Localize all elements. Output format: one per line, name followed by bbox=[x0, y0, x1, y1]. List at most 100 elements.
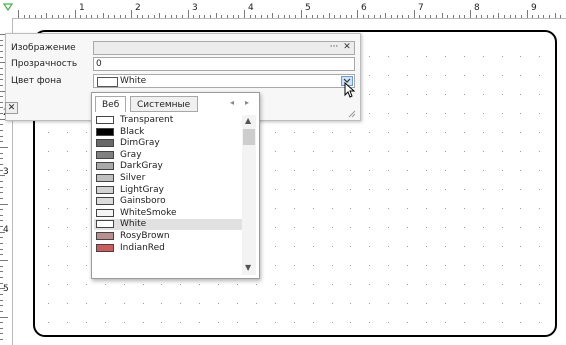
color-option[interactable]: Black bbox=[94, 127, 242, 138]
color-option[interactable]: DarkGray bbox=[94, 161, 242, 172]
scroll-thumb[interactable] bbox=[243, 129, 255, 145]
ruler-tick bbox=[408, 15, 409, 18]
ruler-tick bbox=[0, 322, 3, 323]
ruler-tick bbox=[0, 277, 3, 278]
ruler-tick bbox=[543, 15, 544, 18]
ruler-tick bbox=[510, 15, 511, 18]
ruler-tick bbox=[459, 15, 460, 18]
ruler-tick bbox=[312, 15, 313, 18]
ruler-tick bbox=[301, 10, 302, 18]
ruler-tick bbox=[0, 153, 3, 154]
ruler-tick bbox=[193, 15, 194, 18]
ruler-tick bbox=[402, 15, 403, 18]
ruler-tick bbox=[284, 15, 285, 18]
ruler-tick bbox=[0, 220, 3, 221]
ruler-tick bbox=[0, 57, 3, 58]
ruler-tick bbox=[0, 79, 3, 80]
ruler-tick bbox=[0, 74, 3, 75]
ruler-tick bbox=[24, 15, 25, 18]
ruler-tick bbox=[142, 15, 143, 18]
color-swatch bbox=[96, 150, 114, 159]
ruler-tick bbox=[487, 15, 488, 18]
ruler-tick bbox=[504, 15, 505, 18]
ruler-number: 5 bbox=[3, 284, 9, 294]
ruler-tick bbox=[0, 243, 3, 244]
ruler-tick bbox=[453, 15, 454, 18]
ruler-tick bbox=[351, 15, 352, 18]
ruler-tick bbox=[0, 271, 3, 272]
ruler-tick bbox=[0, 141, 3, 142]
ruler-tick bbox=[549, 15, 550, 18]
ruler-tick bbox=[306, 15, 307, 18]
color-option-label: Gray bbox=[120, 149, 142, 160]
scroll-down-icon[interactable]: ▼ bbox=[245, 263, 251, 272]
ruler-tick bbox=[0, 136, 3, 137]
color-list-scrollbar[interactable]: ▲ ▼ bbox=[242, 115, 256, 275]
ruler-tick bbox=[114, 15, 115, 18]
resize-grip-icon[interactable] bbox=[348, 110, 356, 118]
ruler-tick bbox=[58, 15, 59, 18]
tab-scroll-left-icon[interactable]: ◂ bbox=[230, 98, 234, 107]
ruler-tick bbox=[0, 311, 3, 312]
ruler-tick bbox=[0, 147, 8, 148]
image-field[interactable]: ··· ✕ bbox=[93, 41, 355, 55]
ruler-tick bbox=[368, 15, 369, 18]
color-swatch bbox=[96, 174, 114, 182]
clear-image-button[interactable]: ✕ bbox=[342, 42, 352, 54]
ruler-tick bbox=[0, 333, 3, 334]
filter-icon[interactable] bbox=[3, 3, 13, 13]
color-option[interactable]: Transparent bbox=[94, 115, 242, 126]
ruler-tick bbox=[204, 15, 205, 18]
color-option[interactable]: DimGray bbox=[94, 138, 242, 149]
background-color-value: White bbox=[120, 76, 147, 86]
color-option[interactable]: White bbox=[94, 219, 242, 231]
ruler-tick bbox=[97, 15, 98, 18]
color-option[interactable]: Gainsboro bbox=[94, 196, 242, 207]
ruler-tick bbox=[176, 15, 177, 18]
ruler-tick bbox=[0, 40, 3, 41]
color-option-label: LightGray bbox=[120, 184, 164, 195]
ruler-tick bbox=[0, 254, 3, 255]
ruler-tick bbox=[521, 15, 522, 18]
ruler-tick bbox=[0, 266, 3, 267]
tab-web[interactable]: Веб bbox=[95, 96, 127, 112]
ruler-tick bbox=[75, 10, 76, 18]
ruler-tick bbox=[120, 15, 121, 18]
ruler-tick bbox=[414, 10, 415, 18]
ruler-tick bbox=[63, 15, 64, 18]
ruler-tick bbox=[0, 305, 3, 306]
ruler-tick bbox=[0, 181, 3, 182]
ruler-tick bbox=[436, 15, 437, 18]
ruler-tick bbox=[0, 124, 3, 125]
ruler-tick bbox=[199, 15, 200, 18]
ruler-tick bbox=[329, 13, 330, 18]
ruler-tick bbox=[357, 10, 358, 18]
color-option[interactable]: RosyBrown bbox=[94, 231, 242, 242]
browse-image-button[interactable]: ··· bbox=[328, 42, 340, 54]
tab-system[interactable]: Системные bbox=[130, 96, 198, 112]
ruler-tick bbox=[0, 51, 3, 52]
ruler-tick bbox=[91, 15, 92, 18]
ruler-tick bbox=[171, 15, 172, 18]
color-option[interactable]: IndianRed bbox=[94, 243, 242, 254]
color-option[interactable]: WhiteSmoke bbox=[94, 208, 242, 219]
color-swatch bbox=[96, 139, 114, 148]
color-option-label: DimGray bbox=[120, 138, 160, 149]
ruler-number: 4 bbox=[248, 3, 254, 13]
ruler-tick bbox=[515, 15, 516, 18]
tab-scroll-right-icon[interactable]: ▸ bbox=[245, 98, 249, 107]
ruler-tick bbox=[419, 15, 420, 18]
ruler-tick bbox=[0, 237, 3, 238]
color-option[interactable]: Gray bbox=[94, 150, 242, 161]
ruler-tick bbox=[0, 317, 8, 318]
ruler-number: 1 bbox=[79, 3, 85, 13]
color-option[interactable]: Silver bbox=[94, 173, 242, 184]
ruler-tick bbox=[80, 15, 81, 18]
background-color-field[interactable]: White bbox=[93, 74, 355, 88]
ruler-tick bbox=[86, 15, 87, 18]
color-option[interactable]: LightGray bbox=[94, 185, 242, 196]
ruler-tick bbox=[233, 15, 234, 18]
opacity-field[interactable]: 0 bbox=[93, 57, 355, 71]
scroll-up-icon[interactable]: ▲ bbox=[245, 116, 251, 125]
close-panel-button[interactable]: ✕ bbox=[5, 102, 18, 114]
